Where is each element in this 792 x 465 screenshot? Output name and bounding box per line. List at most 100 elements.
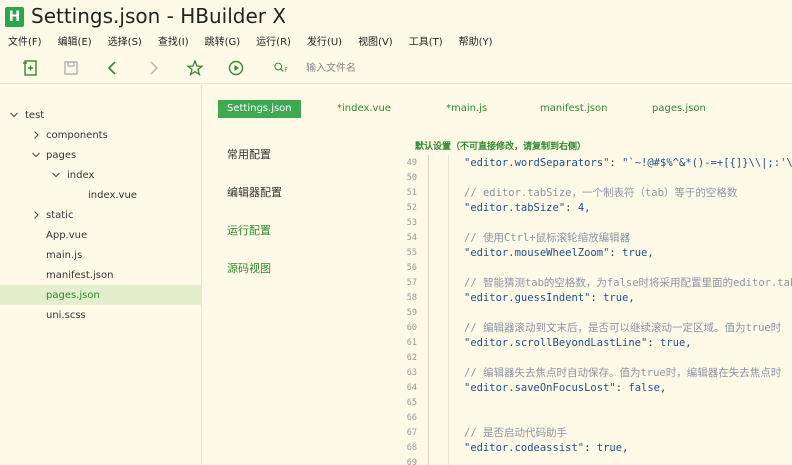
tree-item-app-vue[interactable]: App.vue <box>0 225 201 245</box>
code-line[interactable]: 61 "editor.scrollBeyondLastLine": true, <box>383 336 792 351</box>
code-text: // 使用Ctrl+鼠标滚轮缩放编辑器 <box>464 232 631 244</box>
code-line[interactable]: 49 "editor.wordSeparators": "`~!@#$%^&*()… <box>383 156 792 171</box>
tree-item-test[interactable]: test <box>0 105 201 125</box>
menu-find[interactable]: 查找(I) <box>158 34 189 52</box>
code-line[interactable]: 57 // 智能猜测tab的空格数，为false时将采用配置里面的editor.t… <box>383 276 792 291</box>
tree-label: static <box>46 209 74 221</box>
line-number: 67 <box>406 428 417 438</box>
code-line[interactable]: 67 // 是否启动代码助手 <box>383 426 792 441</box>
line-number: 65 <box>406 398 417 408</box>
tree-label: pages.json <box>46 289 100 301</box>
line-number: 58 <box>406 293 417 303</box>
code-text: "editor.saveOnFocusLost": false, <box>464 382 667 394</box>
category-source-view[interactable]: 源码视图 <box>227 260 271 276</box>
tree-item-pages-json[interactable]: pages.json <box>0 285 201 305</box>
category-common[interactable]: 常用配置 <box>227 146 271 162</box>
code-line[interactable]: 65 <box>383 396 792 411</box>
code-text: "editor.scrollBeyondLastLine": true, <box>464 337 692 349</box>
menu-publish[interactable]: 发行(U) <box>307 34 342 52</box>
line-number: 53 <box>406 218 417 228</box>
star-icon[interactable] <box>185 58 205 78</box>
quick-open-icon[interactable]: F <box>270 58 294 78</box>
tree-item-static[interactable]: static <box>0 205 201 225</box>
line-number: 60 <box>406 323 417 333</box>
project-explorer: test components pages index index.vue st… <box>0 85 202 465</box>
category-run[interactable]: 运行配置 <box>227 222 271 238</box>
line-number: 64 <box>406 383 417 393</box>
code-line[interactable]: 62 <box>383 351 792 366</box>
line-number: 66 <box>406 413 417 423</box>
code-line[interactable]: 50 <box>383 171 792 186</box>
code-line[interactable]: 63 // 编辑器失去焦点时自动保存。值为true时，编辑器在失去焦点时 <box>383 366 792 381</box>
code-line[interactable]: 69 <box>383 456 792 465</box>
line-number: 49 <box>406 158 417 168</box>
tree-label: manifest.json <box>46 269 114 281</box>
line-number: 55 <box>406 248 417 258</box>
line-number: 63 <box>406 368 417 378</box>
chevron-down-icon <box>32 152 40 158</box>
code-line[interactable]: 51 // editor.tabSize，一个制表符（tab）等于的空格数 <box>383 186 792 201</box>
menu-edit[interactable]: 编辑(E) <box>58 34 92 52</box>
code-text: // 编辑器失去焦点时自动保存。值为true时，编辑器在失去焦点时 <box>464 367 782 379</box>
tree-item-uni-scss[interactable]: uni.scss <box>0 305 201 325</box>
code-text: "editor.wordSeparators": "`~!@#$%^&*()-=… <box>464 157 792 169</box>
chevron-right-icon <box>34 131 39 139</box>
tree-item-index-vue[interactable]: index.vue <box>0 185 201 205</box>
menu-file[interactable]: 文件(F) <box>8 34 42 52</box>
tab-settings-json[interactable]: Settings.json <box>218 100 301 118</box>
tree-item-index-folder[interactable]: index <box>0 165 201 185</box>
line-number: 59 <box>406 308 417 318</box>
new-file-icon[interactable] <box>21 58 41 78</box>
menu-run[interactable]: 运行(R) <box>256 34 291 52</box>
menu-help[interactable]: 帮助(Y) <box>459 34 493 52</box>
menu-bar: 文件(F) 编辑(E) 选择(S) 查找(I) 跳转(G) 运行(R) 发行(U… <box>0 34 792 52</box>
editor-tab-bar: Settings.json *index.vue *main.js manife… <box>202 85 792 129</box>
tab-index-vue[interactable]: *index.vue <box>337 100 391 118</box>
code-line[interactable]: 52 "editor.tabSize": 4, <box>383 201 792 216</box>
code-line[interactable]: 53 <box>383 216 792 231</box>
save-icon[interactable] <box>61 58 81 78</box>
default-settings-note: 默认设置（不可直接修改，请复制到右侧） <box>415 142 587 152</box>
quick-open-input[interactable] <box>306 60 506 76</box>
menu-tools[interactable]: 工具(T) <box>409 34 443 52</box>
title-bar: H Settings.json - HBuilder X <box>0 0 792 34</box>
tree-label: components <box>46 129 108 141</box>
code-text: // editor.tabSize，一个制表符（tab）等于的空格数 <box>464 187 738 199</box>
tree-item-main-js[interactable]: main.js <box>0 245 201 265</box>
tree-item-manifest-json[interactable]: manifest.json <box>0 265 201 285</box>
code-line[interactable]: 56 <box>383 261 792 276</box>
chevron-down-icon <box>10 112 18 118</box>
code-editor[interactable]: 默认设置（不可直接修改，请复制到右侧） 49 "editor.wordSepara… <box>383 129 792 465</box>
tree-label: index <box>67 169 95 181</box>
code-line[interactable]: 59 <box>383 306 792 321</box>
menu-select[interactable]: 选择(S) <box>108 34 142 52</box>
code-text: "editor.mouseWheelZoom": true, <box>464 247 654 259</box>
code-line[interactable]: 66 <box>383 411 792 426</box>
menu-view[interactable]: 视图(V) <box>358 34 393 52</box>
tree-label: pages <box>46 149 77 161</box>
code-text: "editor.tabSize": 4, <box>464 202 591 214</box>
code-line[interactable]: 68 "editor.codeassist": true, <box>383 441 792 456</box>
code-line[interactable]: 54 // 使用Ctrl+鼠标滚轮缩放编辑器 <box>383 231 792 246</box>
tree-item-pages[interactable]: pages <box>0 145 201 165</box>
line-number: 61 <box>406 338 417 348</box>
toolbar: F <box>0 52 792 84</box>
code-line[interactable]: 64 "editor.saveOnFocusLost": false, <box>383 381 792 396</box>
category-editor[interactable]: 编辑器配置 <box>227 184 282 200</box>
forward-icon[interactable] <box>143 58 163 78</box>
menu-goto[interactable]: 跳转(G) <box>205 34 241 52</box>
code-line[interactable]: 58 "editor.guessIndent": true, <box>383 291 792 306</box>
window-title: Settings.json - HBuilder X <box>31 4 287 28</box>
chevron-right-icon <box>34 211 39 219</box>
tab-main-js[interactable]: *main.js <box>446 100 487 118</box>
code-line[interactable]: 60 // 编辑器滚动到文末后，是否可以继续滚动一定区域。值为true时 <box>383 321 792 336</box>
tab-pages-json[interactable]: pages.json <box>652 100 706 118</box>
run-icon[interactable] <box>226 58 246 78</box>
back-icon[interactable] <box>103 58 123 78</box>
line-number: 52 <box>406 203 417 213</box>
code-line[interactable]: 55 "editor.mouseWheelZoom": true, <box>383 246 792 261</box>
tab-manifest-json[interactable]: manifest.json <box>540 100 607 118</box>
code-text: // 智能猜测tab的空格数，为false时将采用配置里面的editor.tab… <box>464 277 792 289</box>
tree-item-components[interactable]: components <box>0 125 201 145</box>
code-text: "editor.codeassist": true, <box>464 442 629 454</box>
